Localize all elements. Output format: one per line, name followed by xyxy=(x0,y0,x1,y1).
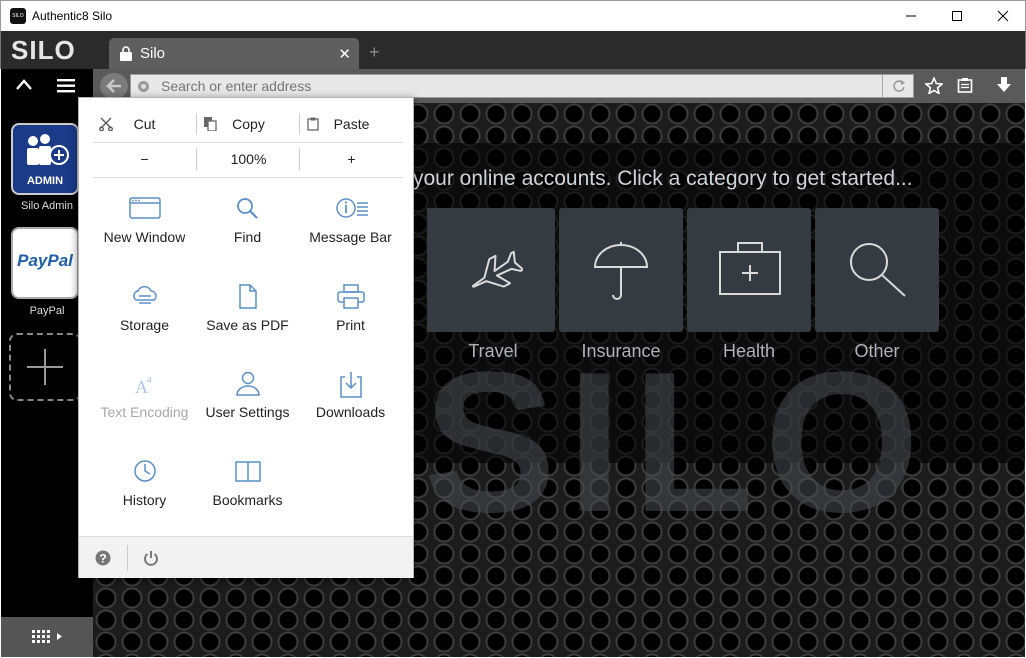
umbrella-icon xyxy=(593,242,649,300)
menu-divider xyxy=(93,142,403,143)
tab-close-icon[interactable]: ✕ xyxy=(338,45,351,63)
zoom-row: − 100% + xyxy=(93,144,403,174)
lock-icon xyxy=(120,46,132,61)
chevron-up-icon[interactable] xyxy=(15,78,33,92)
history-item[interactable]: History xyxy=(93,459,196,529)
cut-label: Cut xyxy=(133,116,156,132)
address-bar[interactable] xyxy=(130,74,914,98)
arrow-left-icon xyxy=(106,79,121,93)
plus-icon xyxy=(27,349,63,385)
category-tile-other[interactable] xyxy=(815,208,939,332)
user-icon xyxy=(236,371,260,396)
download-arrow-icon[interactable] xyxy=(996,77,1012,94)
category-label-travel: Travel xyxy=(468,341,518,361)
tab-silo[interactable]: Silo ✕ xyxy=(109,38,359,69)
category-tile-health[interactable] xyxy=(687,208,811,332)
minimize-icon xyxy=(906,15,916,17)
hamburger-menu-icon[interactable] xyxy=(57,79,75,93)
zoom-level[interactable]: 100% xyxy=(197,144,300,174)
text-encoding-item[interactable]: A a Text Encoding xyxy=(93,371,196,441)
airplane-icon xyxy=(471,250,523,288)
power-icon[interactable] xyxy=(143,550,159,566)
back-button[interactable] xyxy=(100,73,128,99)
downloads-item[interactable]: Downloads xyxy=(299,371,402,441)
category-tile-insurance[interactable] xyxy=(559,208,683,332)
globe-icon xyxy=(138,81,149,92)
cut-button[interactable]: Cut xyxy=(93,107,196,141)
star-icon[interactable] xyxy=(925,77,943,94)
message-bar-label: Message Bar xyxy=(309,229,392,245)
first-aid-kit-icon xyxy=(719,242,781,295)
new-window-item[interactable]: New Window xyxy=(93,196,196,266)
app-logo: SILO xyxy=(10,8,26,24)
add-app-button[interactable] xyxy=(9,333,81,401)
paste-button[interactable]: Paste xyxy=(300,107,403,141)
category-label-other: Other xyxy=(854,341,900,361)
close-window-button[interactable] xyxy=(980,1,1026,31)
footer-divider xyxy=(127,545,128,571)
sidebar-footer[interactable] xyxy=(1,617,93,657)
zoom-out-button[interactable]: − xyxy=(93,144,196,174)
text-encoding-icon: A a xyxy=(135,373,152,397)
paste-label: Paste xyxy=(333,116,370,132)
window-title-bar: SILO Authentic8 Silo xyxy=(0,0,1026,31)
zoom-in-button[interactable]: + xyxy=(300,144,403,174)
magnifier-icon xyxy=(850,243,906,297)
admin-users-icon xyxy=(27,134,69,165)
address-input[interactable] xyxy=(161,78,861,94)
message-bar-item[interactable]: Message Bar xyxy=(299,196,402,266)
cloud-storage-icon xyxy=(133,285,157,304)
category-tile-travel[interactable] xyxy=(431,208,555,332)
clock-icon xyxy=(134,460,156,482)
menu-divider xyxy=(93,177,403,178)
new-tab-icon[interactable]: + xyxy=(369,42,380,63)
download-icon xyxy=(340,372,362,398)
silo-watermark: SILO xyxy=(423,331,930,554)
copy-button[interactable]: Copy xyxy=(197,107,300,141)
tab-label: Silo xyxy=(140,45,166,62)
storage-item[interactable]: Storage xyxy=(93,284,196,354)
printer-icon xyxy=(337,284,365,309)
minimize-button[interactable] xyxy=(888,1,934,31)
main-menu-panel: Cut Copy Paste − 100% + New Window Find … xyxy=(78,97,414,578)
bookmarks-label: Bookmarks xyxy=(212,492,283,508)
paypal-logo: PayPal xyxy=(17,251,73,270)
address-divider xyxy=(882,75,883,97)
info-list-icon xyxy=(336,198,368,218)
maximize-button[interactable] xyxy=(934,1,980,31)
admin-badge: ADMIN xyxy=(26,175,64,187)
close-icon xyxy=(997,10,1009,22)
category-label-health: Health xyxy=(722,341,776,361)
page-tagline: your online accounts. Click a category t… xyxy=(413,167,913,190)
document-icon xyxy=(239,284,257,309)
svg-text:?: ? xyxy=(99,552,106,566)
silo-admin-app[interactable]: ADMIN xyxy=(11,123,79,195)
svg-text:a: a xyxy=(147,373,152,385)
category-label-insurance: Insurance xyxy=(581,341,661,361)
bookmarks-item[interactable]: Bookmarks xyxy=(196,459,299,529)
help-icon[interactable]: ? xyxy=(95,550,111,566)
user-settings-item[interactable]: User Settings xyxy=(196,371,299,441)
edit-row: Cut Copy Paste xyxy=(93,107,403,141)
paypal-app[interactable]: PayPal xyxy=(11,227,79,299)
find-item[interactable]: Find xyxy=(196,196,299,266)
copy-label: Copy xyxy=(232,116,265,132)
downloads-label: Downloads xyxy=(315,404,386,420)
print-item[interactable]: Print xyxy=(299,284,402,354)
clipboard-list-icon[interactable] xyxy=(957,77,973,93)
save-as-pdf-item[interactable]: Save as PDF xyxy=(196,284,299,354)
maximize-icon xyxy=(952,11,962,21)
print-label: Print xyxy=(336,317,365,333)
menu-footer: ? xyxy=(79,536,413,578)
reload-icon[interactable] xyxy=(892,79,906,93)
apps-grid-icon xyxy=(32,630,62,643)
browser-brand-logo: SILO xyxy=(11,35,76,65)
book-icon xyxy=(235,461,261,482)
search-icon xyxy=(237,198,258,219)
window-icon xyxy=(129,197,161,219)
tab-strip: SILO Silo ✕ + xyxy=(0,31,1026,69)
window-title: Authentic8 Silo xyxy=(32,9,113,23)
